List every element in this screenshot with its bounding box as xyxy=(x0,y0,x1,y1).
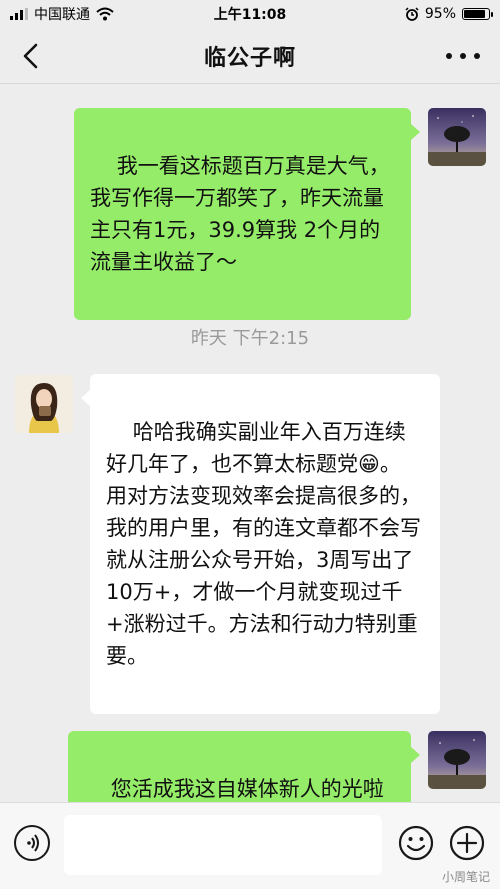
contact-avatar[interactable] xyxy=(15,375,73,433)
voice-icon[interactable] xyxy=(14,825,50,861)
input-bar: 小周笔记 xyxy=(0,802,500,889)
message-list[interactable]: 我一看这标题百万真是大气，我写作得一万都笑了，昨天流量主只有1元，39.9算我 … xyxy=(0,84,500,802)
battery-fill xyxy=(464,10,485,18)
chevron-left-icon[interactable] xyxy=(18,42,44,70)
chat-title: 临公子啊 xyxy=(203,45,296,71)
wifi-icon xyxy=(96,7,114,21)
battery-icon xyxy=(462,8,493,20)
message-bubble-sent[interactable]: 我一看这标题百万真是大气，我写作得一万都笑了，昨天流量主只有1元，39.9算我 … xyxy=(74,108,411,320)
status-left: 中国联通 xyxy=(10,4,114,24)
carrier-label: 中国联通 xyxy=(34,7,90,23)
message-bubble-received[interactable]: 哈哈我确实副业年入百万连续好几年了，也不算太标题党😁。 用对方法变现效率会提高很… xyxy=(90,374,440,714)
plus-icon[interactable] xyxy=(449,825,485,861)
chat-header: 临公子啊 xyxy=(0,28,500,84)
signal-icon xyxy=(10,8,28,20)
bubble-tail xyxy=(81,390,90,406)
message-timestamp: 昨天 下午2:15 xyxy=(190,328,310,349)
my-avatar[interactable] xyxy=(428,731,486,789)
message-bubble-sent[interactable]: 您活成我这自媒体新人的光啦😄🌹 xyxy=(68,731,411,802)
status-bar: 中国联通 上午11:08 95% xyxy=(0,0,500,28)
bubble-tail xyxy=(411,124,420,140)
message-input[interactable] xyxy=(64,815,382,875)
message-text: 您活成我这自媒体新人的光啦😄🌹 xyxy=(110,777,384,801)
battery-percent: 95% xyxy=(424,6,456,22)
emoji-icon[interactable] xyxy=(398,825,434,861)
alarm-icon xyxy=(405,7,419,21)
bubble-tail xyxy=(411,747,420,763)
my-avatar[interactable] xyxy=(428,108,486,166)
status-right: 95% xyxy=(405,6,493,22)
message-text: 哈哈我确实副业年入百万连续好几年了，也不算太标题党😁。 用对方法变现效率会提高很… xyxy=(106,420,421,668)
watermark: 小周笔记 xyxy=(441,870,490,884)
message-text: 我一看这标题百万真是大气，我写作得一万都笑了，昨天流量主只有1元，39.9算我 … xyxy=(90,154,390,274)
more-dots-icon[interactable] xyxy=(446,46,480,66)
